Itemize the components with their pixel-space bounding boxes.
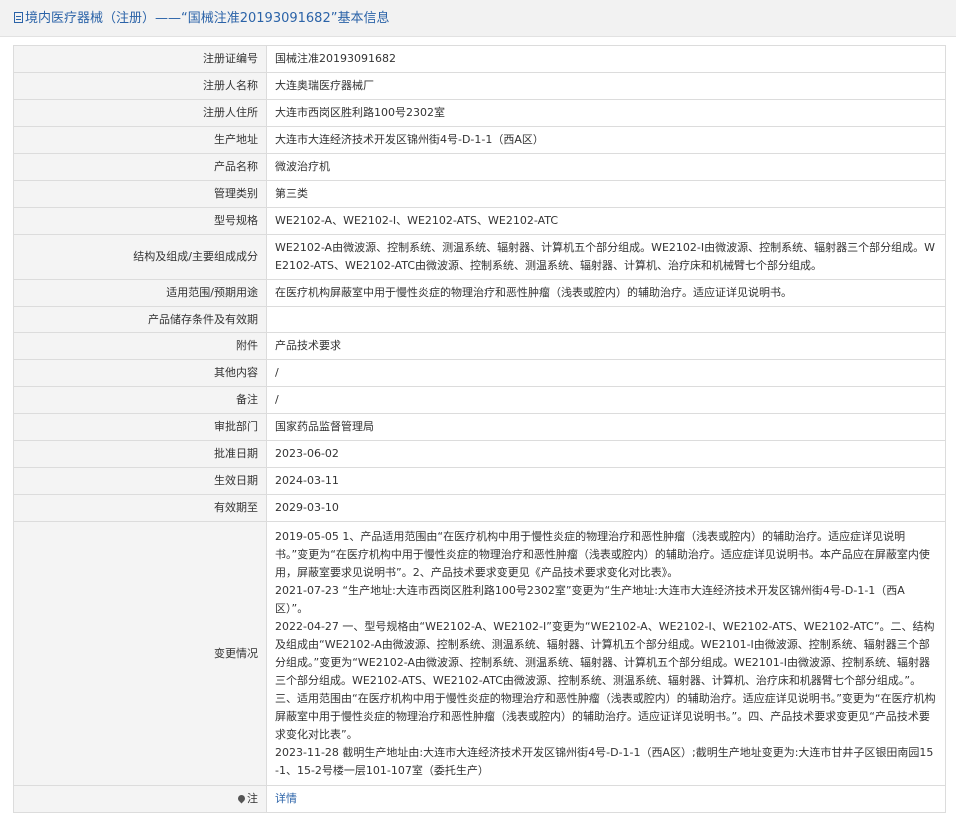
value-remark: / <box>266 386 946 414</box>
change-entry: 2023-11-28 截明生产地址由:大连市大连经济技术开发区锦州街4号-D-1… <box>275 745 934 777</box>
row-structure: 结构及组成/主要组成成分 WE2102-A由微波源、控制系统、测温系统、辐射器、… <box>13 234 946 280</box>
details-link[interactable]: 详情 <box>275 792 297 805</box>
change-entry: 2019-05-05 1、产品适用范围由“在医疗机构中用于慢性炎症的物理治疗和恶… <box>275 529 930 579</box>
value-production-address: 大连市大连经济技术开发区锦州街4号-D-1-1（西A区） <box>266 126 946 154</box>
row-model: 型号规格 WE2102-A、WE2102-I、WE2102-ATS、WE2102… <box>13 207 946 235</box>
row-other: 其他内容 / <box>13 359 946 387</box>
value-approval-date: 2023-06-02 <box>266 440 946 468</box>
value-registrant: 大连奥瑞医疗器械厂 <box>266 72 946 100</box>
label-remark: 备注 <box>13 386 267 414</box>
label-production-address: 生产地址 <box>13 126 267 154</box>
label-approval-dept: 审批部门 <box>13 413 267 441</box>
value-other: / <box>266 359 946 387</box>
label-model: 型号规格 <box>13 207 267 235</box>
row-approval-date: 批准日期 2023-06-02 <box>13 440 946 468</box>
row-storage: 产品储存条件及有效期 <box>13 306 946 333</box>
label-scope: 适用范围/预期用途 <box>13 279 267 307</box>
row-remark: 备注 / <box>13 386 946 414</box>
change-entry: 2021-07-23 “生产地址:大连市西岗区胜利路100号2302室”变更为“… <box>275 583 905 615</box>
row-approval-dept: 审批部门 国家药品监督管理局 <box>13 413 946 441</box>
page-header: 境内医疗器械（注册）——“国械注准20193091682”基本信息 <box>0 0 956 37</box>
label-reg-no: 注册证编号 <box>13 45 267 73</box>
row-expiry: 有效期至 2029-03-10 <box>13 494 946 522</box>
label-note: 注 <box>13 785 267 813</box>
value-registrant-address: 大连市西岗区胜利路100号2302室 <box>266 99 946 127</box>
document-icon <box>14 12 23 23</box>
label-note-text: 注 <box>247 792 258 805</box>
pin-icon <box>236 793 247 804</box>
row-effective-date: 生效日期 2024-03-11 <box>13 467 946 495</box>
label-other: 其他内容 <box>13 359 267 387</box>
row-note: 注 详情 <box>13 785 946 813</box>
change-entry: 2022-04-27 一、型号规格由“WE2102-A、WE2102-I”变更为… <box>275 619 936 741</box>
value-model: WE2102-A、WE2102-I、WE2102-ATS、WE2102-ATC <box>266 207 946 235</box>
value-structure: WE2102-A由微波源、控制系统、测温系统、辐射器、计算机五个部分组成。WE2… <box>266 234 946 280</box>
value-attachment: 产品技术要求 <box>266 332 946 360</box>
row-registrant: 注册人名称 大连奥瑞医疗器械厂 <box>13 72 946 100</box>
label-structure: 结构及组成/主要组成成分 <box>13 234 267 280</box>
info-table: 注册证编号 国械注准20193091682 注册人名称 大连奥瑞医疗器械厂 注册… <box>13 45 946 813</box>
label-registrant-address: 注册人住所 <box>13 99 267 127</box>
row-attachment: 附件 产品技术要求 <box>13 332 946 360</box>
value-scope: 在医疗机构屏蔽室中用于慢性炎症的物理治疗和恶性肿瘤（浅表或腔内）的辅助治疗。适应… <box>266 279 946 307</box>
label-changes: 变更情况 <box>13 521 267 786</box>
value-reg-no: 国械注准20193091682 <box>266 45 946 73</box>
label-storage: 产品储存条件及有效期 <box>13 306 267 333</box>
label-attachment: 附件 <box>13 332 267 360</box>
row-changes: 变更情况 2019-05-05 1、产品适用范围由“在医疗机构中用于慢性炎症的物… <box>13 521 946 786</box>
label-expiry: 有效期至 <box>13 494 267 522</box>
row-reg-no: 注册证编号 国械注准20193091682 <box>13 45 946 73</box>
label-approval-date: 批准日期 <box>13 440 267 468</box>
value-storage <box>266 306 946 333</box>
label-effective-date: 生效日期 <box>13 467 267 495</box>
row-product-name: 产品名称 微波治疗机 <box>13 153 946 181</box>
label-product-name: 产品名称 <box>13 153 267 181</box>
value-product-name: 微波治疗机 <box>266 153 946 181</box>
page-title-text: 境内医疗器械（注册）——“国械注准20193091682”基本信息 <box>25 11 390 26</box>
row-production-address: 生产地址 大连市大连经济技术开发区锦州街4号-D-1-1（西A区） <box>13 126 946 154</box>
label-registrant: 注册人名称 <box>13 72 267 100</box>
value-expiry: 2029-03-10 <box>266 494 946 522</box>
value-effective-date: 2024-03-11 <box>266 467 946 495</box>
row-scope: 适用范围/预期用途 在医疗机构屏蔽室中用于慢性炎症的物理治疗和恶性肿瘤（浅表或腔… <box>13 279 946 307</box>
row-category: 管理类别 第三类 <box>13 180 946 208</box>
row-registrant-address: 注册人住所 大连市西岗区胜利路100号2302室 <box>13 99 946 127</box>
value-changes: 2019-05-05 1、产品适用范围由“在医疗机构中用于慢性炎症的物理治疗和恶… <box>266 521 946 786</box>
value-approval-dept: 国家药品监督管理局 <box>266 413 946 441</box>
page-title: 境内医疗器械（注册）——“国械注准20193091682”基本信息 <box>14 10 389 28</box>
label-category: 管理类别 <box>13 180 267 208</box>
value-category: 第三类 <box>266 180 946 208</box>
value-note: 详情 <box>266 785 946 813</box>
